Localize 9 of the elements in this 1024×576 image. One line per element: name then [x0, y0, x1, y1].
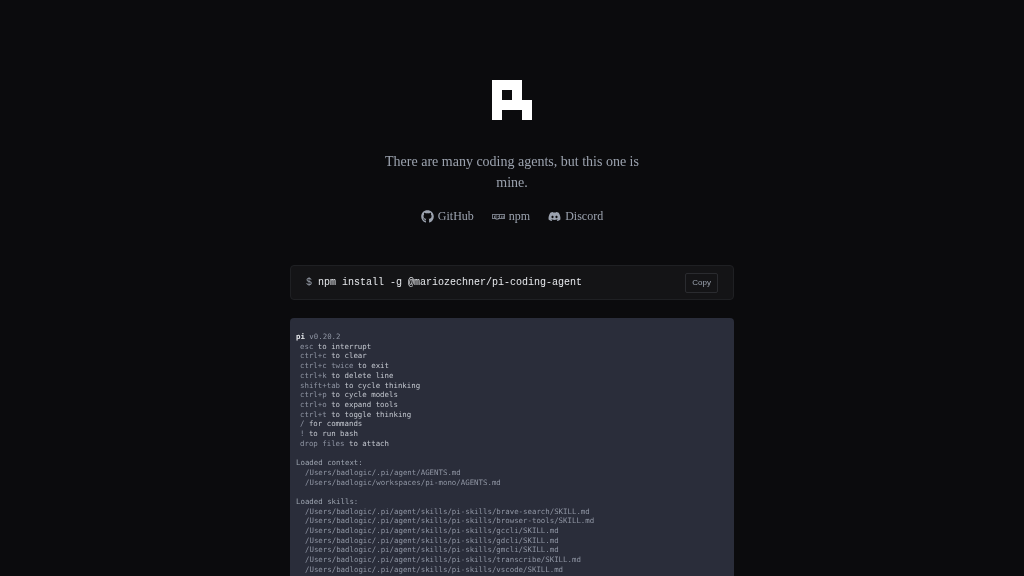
tagline: There are many coding agents, but this one is mine.: [384, 153, 640, 192]
nav-link[interactable]: GitHub: [420, 207, 474, 225]
nav-link[interactable]: npm: [491, 207, 531, 225]
logo: [492, 80, 532, 120]
install-command: $ npm install -g @mariozechner/pi-coding-agent: [306, 276, 583, 290]
game-controller-icon: [548, 209, 562, 223]
copy-button[interactable]: Copy: [685, 272, 718, 293]
nav-link[interactable]: Discord: [548, 207, 604, 225]
cat-logo-icon: [420, 209, 434, 223]
